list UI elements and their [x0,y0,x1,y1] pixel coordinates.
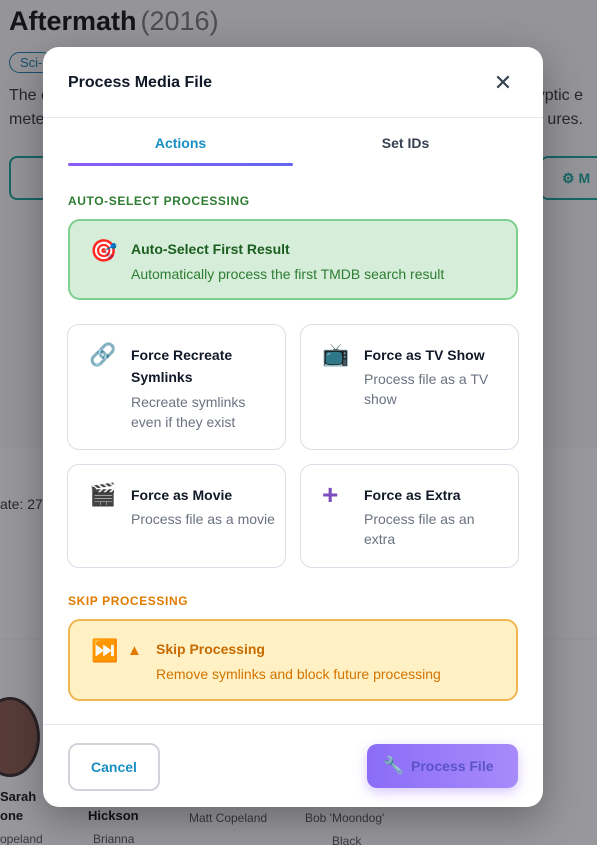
cancel-button[interactable]: Cancel [68,743,160,791]
option-title: Force as Movie [131,487,233,503]
option-description: Process file as an extra [364,511,475,547]
option-title: Force as Extra [364,487,461,503]
force-recreate-symlinks-option[interactable]: 🔗 Force Recreate Symlinks Recreate symli… [67,324,286,450]
skip-section-label: SKIP PROCESSING [68,594,189,608]
close-icon[interactable]: ✕ [491,72,515,96]
option-description: Process file as a TV show [364,371,489,407]
auto-select-section-label: AUTO-SELECT PROCESSING [68,194,250,208]
skip-processing-option[interactable]: ⏭️ ▲ Skip Processing Remove symlinks and… [68,619,518,701]
process-file-button[interactable]: 🔧 Process File [367,744,518,788]
modal-header: Process Media File ✕ [43,47,543,118]
modal-title: Process Media File [68,74,213,91]
auto-select-option[interactable]: 🎯 Auto-Select First Result Automatically… [68,219,518,300]
target-icon: 🎯 [90,238,118,263]
option-description: Recreate symlinks even if they exist [131,394,246,430]
modal-footer: Cancel 🔧 Process File [43,724,543,807]
force-extra-option[interactable]: + Force as Extra Process file as an extr… [300,464,519,568]
option-title: Force Recreate Symlinks [131,347,233,385]
link-icon: 🔗 [89,342,117,367]
tab-actions[interactable]: Actions [68,119,293,167]
force-movie-option[interactable]: 🎬 Force as Movie Process file as a movie [67,464,286,568]
tv-icon: 📺 [322,342,350,367]
option-description: Automatically process the first TMDB sea… [131,266,445,282]
option-title: Auto-Select First Result [131,241,290,257]
tab-set-ids[interactable]: Set IDs [293,119,518,167]
skip-forward-icon: ⏭️ [91,638,119,663]
wrench-icon: 🔧 [383,756,405,775]
plus-icon: + [322,479,339,510]
process-file-label: Process File [411,758,494,774]
force-tv-show-option[interactable]: 📺 Force as TV Show Process file as a TV … [300,324,519,450]
process-media-modal: Process Media File ✕ Actions Set IDs AUT… [43,47,543,807]
option-description: Remove symlinks and block future process… [156,666,441,682]
tab-bar: Actions Set IDs [68,119,518,167]
warning-icon: ▲ [127,642,142,659]
clapper-icon: 🎬 [89,482,117,507]
option-title: Force as TV Show [364,347,485,363]
option-title: Skip Processing [156,641,265,657]
option-description: Process file as a movie [131,511,275,527]
